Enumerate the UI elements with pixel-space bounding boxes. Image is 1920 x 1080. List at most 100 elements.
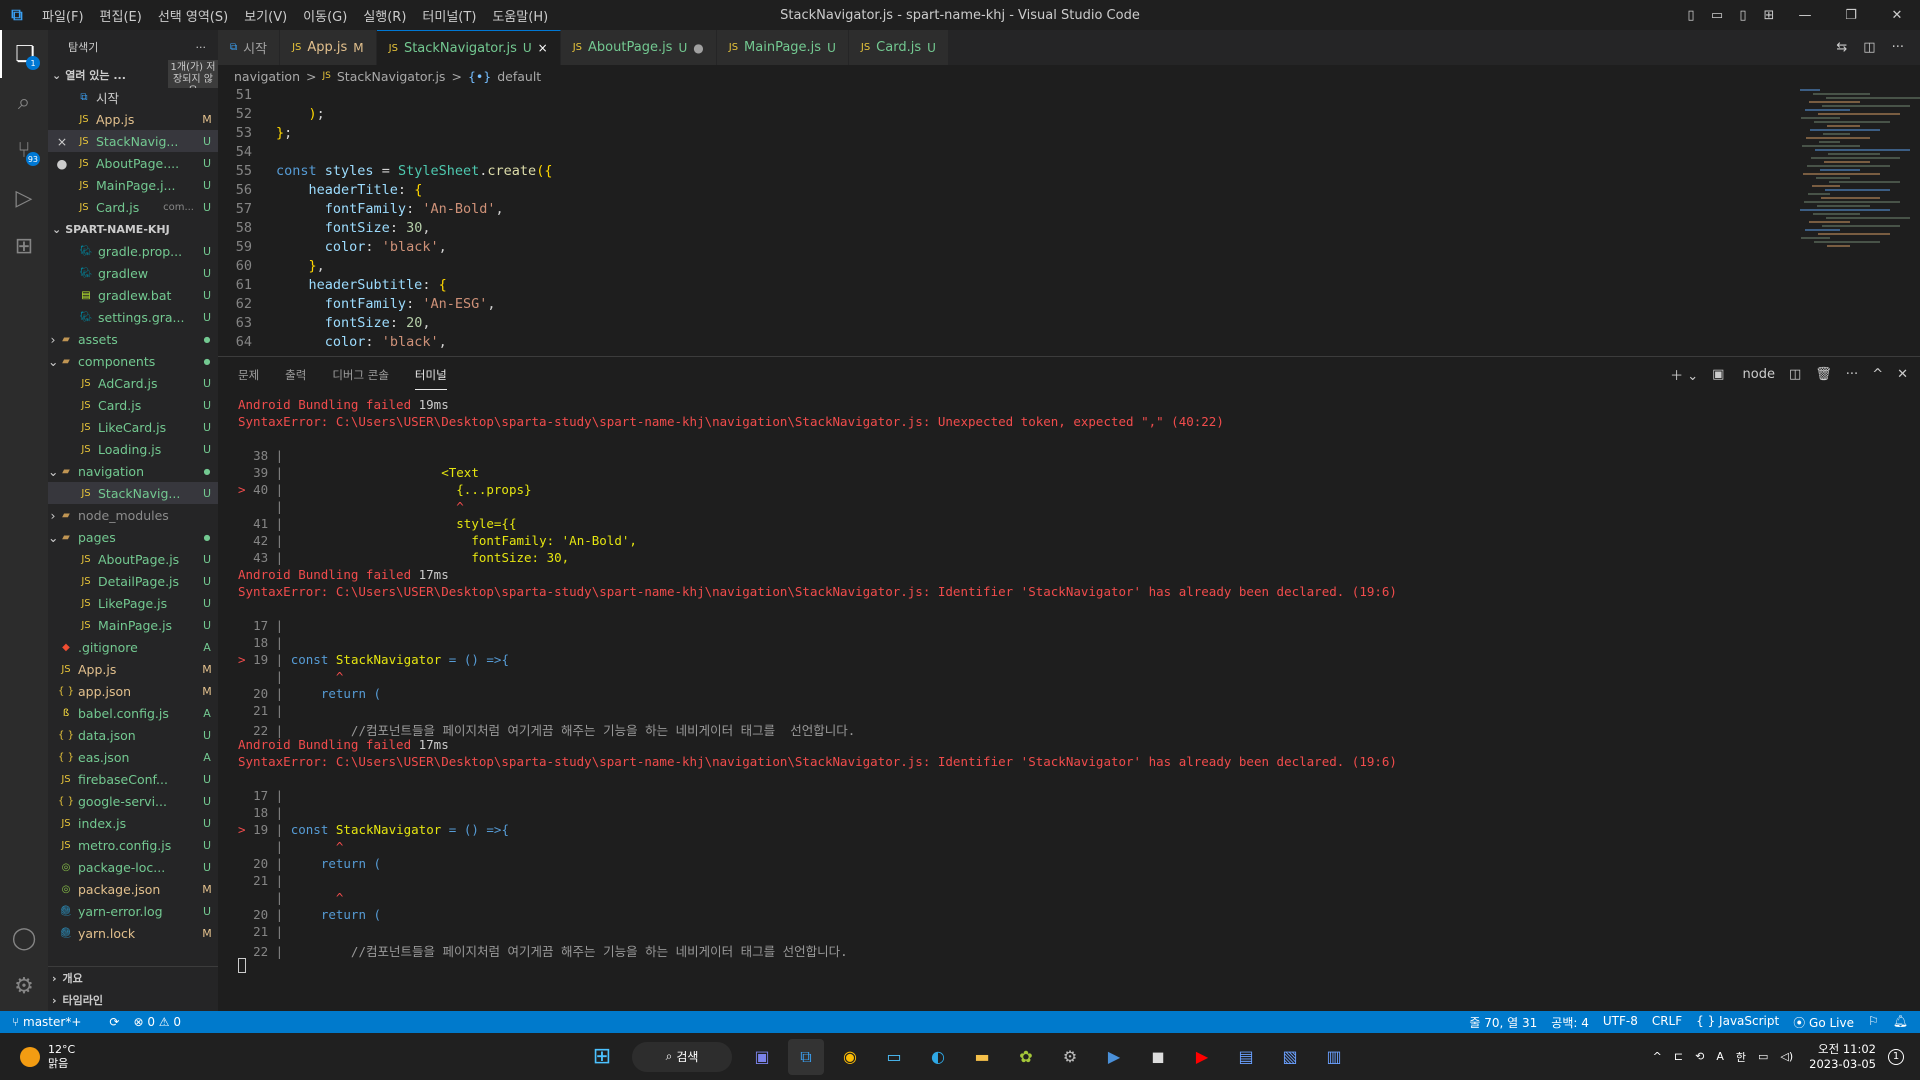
toggle-panel-icon[interactable]: ▭ [1704,8,1730,23]
clock[interactable]: 오전 11:02 2023-03-05 [1809,1042,1876,1072]
restore-button[interactable]: ❐ [1828,8,1874,23]
account-icon[interactable]: ◯ [0,914,48,962]
open-editors-section[interactable]: ⌄열려 있는 ...1개(가) 저장되지 않음 [48,60,218,88]
file-item[interactable]: ◎ package.json M [48,878,218,900]
menu-item[interactable]: 보기(V) [236,10,295,25]
folder-item[interactable]: › ▰ node_modules [48,504,218,526]
terminal-output[interactable]: Android Bundling failed 19ms SyntaxError… [238,397,1900,975]
terminal-cursor[interactable] [238,958,246,973]
explorer-icon[interactable]: ❏ 1 [0,30,48,78]
file-item[interactable]: 🧶︎ yarn-error.log U [48,900,218,922]
file-item[interactable]: JS MainPage.js U [48,614,218,636]
toggle-secondary-sidebar-icon[interactable]: ▯ [1730,8,1756,23]
media-icon[interactable]: ▶ [1096,1039,1132,1075]
cursor-position[interactable]: 줄 70, 열 31 [1469,1014,1537,1031]
new-terminal-icon[interactable]: ＋ ⌄ [1670,365,1698,384]
file-item[interactable]: JS StackNavig... U [48,482,218,504]
open-editor-item[interactable]: × JS StackNavig... U [48,130,218,152]
folder-item[interactable]: ⌄ ▰ navigation ● [48,460,218,482]
kakao-icon[interactable]: ◼ [1140,1039,1176,1075]
file-item[interactable]: JS index.js U [48,812,218,834]
problems-indicator[interactable]: ⊗ 0 ⚠ 0 [133,1015,181,1029]
breadcrumb-item[interactable]: default [497,69,541,84]
end-of-line[interactable]: CRLF [1652,1014,1682,1031]
desktop-icon[interactable]: ▭ [876,1039,912,1075]
file-item[interactable]: { } google-servi... U [48,790,218,812]
file-item[interactable]: 🐘︎ gradlew U [48,262,218,284]
display-icon[interactable]: ▭ [1758,1050,1768,1063]
go-live-button[interactable]: ⦿ Go Live [1793,1014,1854,1031]
menu-item[interactable]: 선택 영역(S) [150,10,236,25]
outline-section[interactable]: › 개요 [48,967,218,989]
vscode-taskbar-icon[interactable]: ⧉ [788,1038,824,1075]
minimap[interactable] [1800,87,1920,257]
language-mode[interactable]: { } JavaScript [1696,1014,1779,1031]
file-item[interactable]: 🐘︎ settings.gra... U [48,306,218,328]
folder-item[interactable]: ⌄ ▰ components ● [48,350,218,372]
notepad-icon[interactable]: ▥ [1316,1039,1352,1075]
file-item[interactable]: ß babel.config.js A [48,702,218,724]
menu-item[interactable]: 터미널(T) [414,10,484,25]
close-window-button[interactable]: ✕ [1874,8,1920,23]
file-item[interactable]: ◆ .gitignore A [48,636,218,658]
minimize-button[interactable]: — [1782,8,1828,23]
customize-layout-icon[interactable]: ⊞ [1756,8,1782,23]
breadcrumb-item[interactable]: navigation [234,69,300,84]
weather-widget[interactable]: 12°C 맑음 [0,1043,200,1071]
file-item[interactable]: 🧶︎ yarn.lock M [48,922,218,944]
file-item[interactable]: JS App.js M [48,658,218,680]
breadcrumb-item[interactable]: StackNavigator.js [337,69,446,84]
terminal-shell-icon[interactable]: ▣ node [1712,367,1775,382]
editor-tab[interactable]: ⧉ 시작 [218,30,281,65]
editor-tab[interactable]: JS App.js M [280,30,377,65]
panel-more-icon[interactable]: ··· [1846,367,1858,382]
split-editor-icon[interactable]: ◫ [1855,40,1883,55]
branch-indicator[interactable]: ⑂ master*+ [12,1015,95,1029]
breadcrumb-item[interactable]: {•} [468,69,491,84]
breadcrumb-item[interactable]: JS [322,71,330,81]
volume-icon[interactable]: ◁) [1780,1050,1793,1063]
timeline-section[interactable]: › 타임라인 [48,989,218,1011]
kill-terminal-icon[interactable]: 🗑 [1815,367,1832,382]
android-emulator-icon[interactable]: ✿ [1008,1039,1044,1075]
file-item[interactable]: { } app.json M [48,680,218,702]
editor-tab[interactable]: JS StackNavigator.js U × [376,30,561,65]
maximize-panel-icon[interactable]: ^ [1872,367,1883,382]
open-editor-prefix[interactable]: ● [48,156,76,171]
open-editor-item[interactable]: ⧉ 시작 [48,86,218,108]
compare-changes-icon[interactable]: ⇆ [1828,40,1855,55]
search-icon[interactable]: ⌕ [0,78,48,126]
sync-tray-icon[interactable]: ⟲ [1695,1050,1704,1063]
remote-desktop-icon[interactable]: ▤ [1228,1039,1264,1075]
sync-icon[interactable]: ⟳ [109,1015,119,1029]
indentation[interactable]: 공백: 4 [1551,1014,1589,1031]
editor-tab[interactable]: JS AboutPage.js U ● [560,30,717,65]
editor-more-icon[interactable]: ··· [1884,40,1912,55]
file-item[interactable]: JS metro.config.js U [48,834,218,856]
edge-icon[interactable]: ◐ [920,1039,956,1075]
usb-icon[interactable]: ⊏ [1674,1050,1683,1063]
project-section[interactable]: ⌄ SPART-NAME-KHJ [48,218,218,240]
file-item[interactable]: JS Card.js U [48,394,218,416]
menu-item[interactable]: 이동(G) [295,10,355,25]
file-item[interactable]: JS LikeCard.js U [48,416,218,438]
menu-item[interactable]: 편집(E) [92,10,150,25]
file-item[interactable]: JS DetailPage.js U [48,570,218,592]
source-control-icon[interactable]: ⑂ 93 [0,126,48,174]
teams-icon[interactable]: ▣ [744,1039,780,1075]
file-item[interactable]: ◎ package-loc... U [48,856,218,878]
editor-tab[interactable]: JS MainPage.js U [716,30,849,65]
file-item[interactable]: JS AboutPage.js U [48,548,218,570]
panel-tab[interactable]: 터미널 [414,361,447,390]
encoding[interactable]: UTF-8 [1603,1014,1638,1031]
open-editor-prefix[interactable]: × [48,134,76,149]
open-editor-item[interactable]: JS MainPage.j... U [48,174,218,196]
extensions-icon[interactable]: ⊞ [0,222,48,270]
open-editor-item[interactable]: ● JS AboutPage.... U [48,152,218,174]
menu-item[interactable]: 도움말(H) [484,10,556,25]
code-editor[interactable]: 51 52 ); 53}; 54 55 const styles = StyleShee… [218,87,1920,360]
menu-item[interactable]: 파일(F) [34,10,92,25]
file-item[interactable]: { } eas.json A [48,746,218,768]
explorer-more-icon[interactable]: ··· [196,41,207,54]
folder-item[interactable]: ⌄ ▰ pages ● [48,526,218,548]
